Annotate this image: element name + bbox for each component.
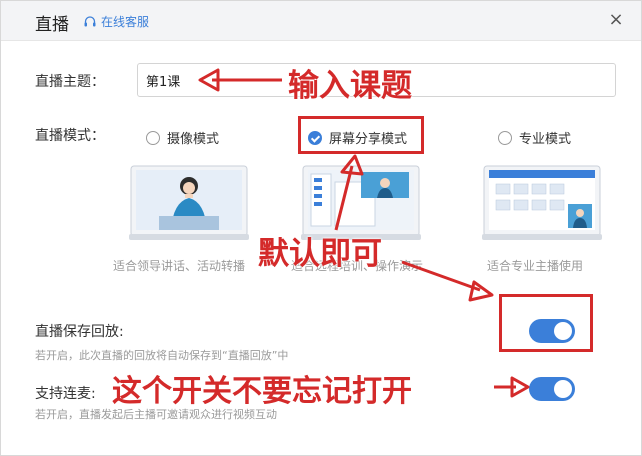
radio-pro-label: 专业模式	[519, 132, 572, 147]
radio-button[interactable]	[146, 130, 160, 145]
radio-screen-share-mode[interactable]: 屏幕分享模式	[308, 128, 407, 147]
live-dialog: 直播 在线客服 × 直播主题： 直播模式： 摄像模式 屏幕分享模式 专业模式	[0, 0, 642, 456]
save-replay-toggle[interactable]	[529, 319, 575, 343]
save-replay-label: 直播保存回放:	[35, 324, 124, 340]
toggle-knob	[554, 380, 572, 398]
camera-mode-illustration-icon	[129, 165, 249, 240]
toggle-knob	[554, 322, 572, 340]
topic-label: 直播主题：	[35, 74, 105, 90]
co-host-label: 支持连麦:	[35, 386, 96, 402]
pro-mode-desc: 适合专业主播使用	[487, 259, 584, 273]
headset-icon	[84, 15, 96, 26]
co-host-toggle[interactable]	[529, 377, 575, 401]
mode-label: 直播模式：	[35, 128, 105, 144]
topic-input[interactable]	[137, 63, 616, 97]
radio-pro-mode[interactable]: 专业模式	[498, 128, 571, 147]
dialog-header: 直播 在线客服 ×	[1, 1, 641, 41]
online-service-label: 在线客服	[101, 15, 150, 29]
online-service-link[interactable]: 在线客服	[83, 13, 149, 30]
radio-screen-share-label: 屏幕分享模式	[329, 132, 408, 147]
camera-mode-desc: 适合领导讲话、活动转播	[113, 259, 246, 273]
co-host-desc: 若开启，直播发起后主播可邀请观众进行视频互动	[35, 408, 277, 421]
radio-button[interactable]	[498, 130, 512, 145]
dialog-title: 直播	[35, 15, 69, 35]
close-icon[interactable]: ×	[605, 9, 627, 31]
screen-share-illustration-icon	[301, 165, 421, 240]
radio-camera-mode[interactable]: 摄像模式	[146, 128, 219, 147]
radio-camera-label: 摄像模式	[167, 132, 220, 147]
pro-mode-illustration-icon	[482, 165, 602, 240]
radio-button-checked[interactable]	[308, 130, 322, 145]
screen-share-mode-desc: 适合远程培训、操作演示	[291, 259, 424, 273]
save-replay-desc: 若开启，此次直播的回放将自动保存到“直播回放”中	[35, 349, 289, 362]
